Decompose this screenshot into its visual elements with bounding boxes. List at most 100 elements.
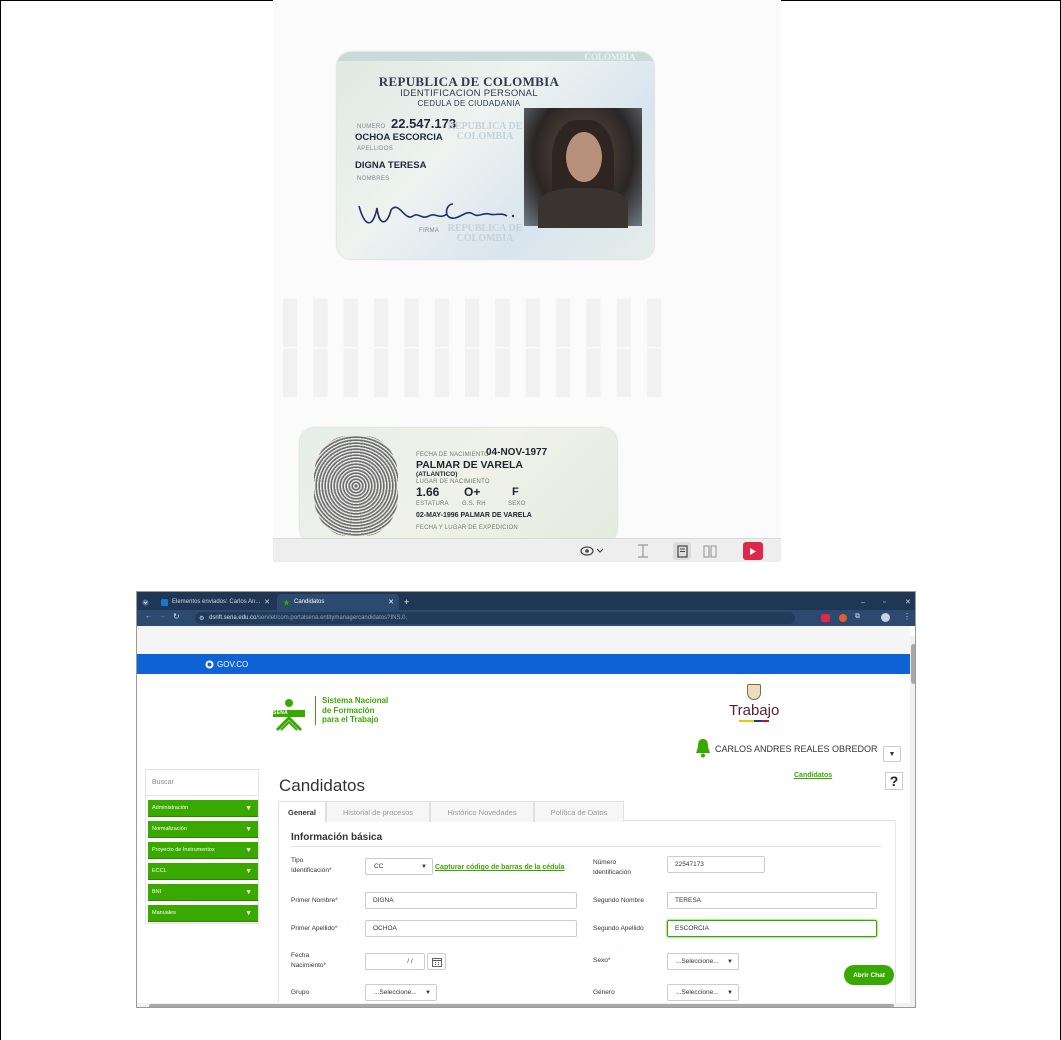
extension-icon[interactable] (821, 614, 830, 622)
segundo-apellido-input[interactable]: ESCORCIA (667, 920, 877, 937)
breadcrumb-link[interactable]: Candidatos (794, 772, 832, 779)
tab-politica[interactable]: Política de Datos (534, 801, 624, 822)
sidebar-item-label: Administración (152, 805, 189, 811)
restore-icon[interactable]: ▫ (877, 594, 891, 610)
flag-stripe (739, 720, 770, 722)
sidebar-search-input[interactable]: Buscar (146, 770, 258, 796)
id-lugar-nac: PALMAR DE VARELA (416, 459, 523, 471)
scan-ghost-text: ▌▌▌▌▌▌▌▌▌▌▌▌▌ (283, 300, 678, 344)
fit-height-icon (638, 544, 648, 558)
tab-novedades[interactable]: Histórico Novedades (430, 801, 534, 822)
chevron-down-icon: ▼ (727, 958, 733, 965)
sena-title-line: para el Trabajo (322, 715, 379, 724)
address-bar[interactable]: ⚙ dsnft.sena.edu.co/servlet/com.portalse… (195, 612, 795, 624)
required-mark: * (607, 957, 611, 964)
browser-tab-active[interactable]: Candidatos ✕ (277, 594, 399, 610)
numero-id-input[interactable]: 22547173 (667, 856, 765, 873)
id-estatura-label: ESTATURA (416, 501, 449, 507)
two-page-button[interactable] (701, 542, 719, 560)
label-line: Identificación (593, 869, 631, 876)
label-line: Número (593, 859, 617, 866)
present-button[interactable] (743, 542, 763, 560)
user-menu-dropdown[interactable]: ▼ (883, 746, 901, 762)
fecha-nac-input[interactable]: / / (365, 953, 425, 970)
new-tab-button[interactable]: + (401, 594, 415, 610)
horizontal-scrollbar[interactable] (137, 1003, 910, 1007)
id-sexo-label: SEXO (508, 501, 526, 507)
sena-title-line: Sistema Nacional (322, 696, 389, 705)
select-value: ...Seleccione... (676, 989, 719, 996)
ministry-logo: Trabajo (729, 684, 779, 722)
url-path: /servlet/com.portalsena.entitymanagercan… (256, 615, 408, 621)
close-icon[interactable]: ✕ (388, 598, 394, 606)
forward-icon[interactable]: → (159, 613, 166, 620)
page-title: Candidatos (279, 776, 366, 795)
tab-historial[interactable]: Historial de procesos (326, 801, 430, 822)
extensions-puzzle-icon[interactable]: ⧉ (855, 613, 860, 621)
primer-apellido-label: Primer Apellido* (291, 924, 337, 934)
close-window-icon[interactable]: ✕ (899, 594, 913, 610)
caret-down-icon: ▼ (245, 846, 252, 854)
browser-tab-strip: Elementos enviados: Carlos An... ✕ Candi… (137, 592, 915, 610)
scrollbar-thumb[interactable] (911, 644, 915, 684)
calendar-button[interactable] (427, 953, 446, 970)
sena-acronym: SENA (273, 710, 289, 716)
minimize-icon[interactable]: – (855, 594, 869, 610)
capture-barcode-link[interactable]: Capturar código de barras de la cédula (435, 864, 565, 871)
ministry-name: Trabajo (729, 702, 780, 719)
browser-tab[interactable]: Elementos enviados: Carlos An... ✕ (155, 594, 275, 610)
sexo-label: Sexo* (593, 956, 610, 966)
select-value: ...Seleccione... (676, 958, 719, 965)
id-nombres: DIGNA TERESA (355, 160, 427, 171)
web-page: GOV.CO SENA Sistema Nacional de Formació… (137, 626, 910, 1003)
primer-nombre-label: Primer Nombre* (291, 896, 338, 906)
bell-icon[interactable] (695, 738, 711, 758)
close-icon[interactable]: ✕ (264, 598, 270, 606)
id-lugar-nac-dept: (ATLANTICO) (416, 471, 458, 478)
sidebar-item-normalizacion[interactable]: Normalización ▼ (148, 821, 258, 838)
extension-icon[interactable] (839, 614, 847, 622)
segundo-nombre-input[interactable]: TERESA (667, 892, 877, 909)
fecha-nac-label: Fecha Nacimiento* (291, 951, 326, 971)
caret-down-icon: ▼ (245, 909, 252, 917)
sidebar-item-administracion[interactable]: Administración ▼ (148, 800, 258, 817)
single-page-button[interactable] (673, 542, 691, 560)
open-chat-button[interactable]: Abrir Chat (844, 965, 894, 985)
primer-nombre-input[interactable]: DIGNA (365, 892, 577, 909)
grupo-label: Grupo (291, 989, 310, 996)
id-header-doc: CEDULA DE CIUDADANIA (417, 99, 521, 108)
sexo-select[interactable]: ...Seleccione... ▼ (667, 953, 739, 970)
more-menu-icon[interactable]: ⋮ (903, 612, 911, 621)
scrollbar-thumb[interactable] (149, 1004, 894, 1007)
vertical-scrollbar[interactable] (910, 636, 915, 1007)
fit-height-button[interactable] (635, 542, 651, 560)
gov-label[interactable]: GOV.CO (217, 660, 248, 669)
tab-search-button[interactable] (139, 594, 151, 610)
numero-id-label: Número Identificación (593, 858, 631, 878)
sidebar-item-proyecto[interactable]: Proyecto de Instrumentos ▼ (148, 842, 258, 859)
outlook-icon (161, 598, 168, 606)
calendar-icon (431, 957, 442, 967)
primer-apellido-input[interactable]: OCHOA (365, 920, 577, 937)
profile-avatar-icon[interactable] (881, 613, 890, 622)
document-viewer: ▌▌▌▌▌▌▌▌▌▌▌▌▌ ▌▌▌▌▌▌▌▌▌▌▌▌▌ COLOMBIA REP… (273, 0, 781, 562)
site-info-icon[interactable]: ⚙ (199, 615, 204, 622)
viewer-toolbar (273, 538, 781, 562)
single-page-icon (676, 544, 688, 558)
caret-down-icon: ▼ (245, 825, 252, 833)
reload-icon[interactable]: ↻ (173, 612, 180, 621)
genero-select[interactable]: ...Seleccione... ▼ (667, 984, 739, 1001)
chevron-down-icon (596, 548, 604, 553)
tipo-id-select[interactable]: CC ▼ (365, 858, 433, 875)
grupo-select[interactable]: ...Seleccione... ▼ (365, 984, 437, 1001)
sidebar-item-manuales[interactable]: Manuales ▼ (148, 905, 258, 922)
sidebar-item-eccl[interactable]: ECCL ▼ (148, 863, 258, 880)
tab-general[interactable]: General (278, 801, 326, 823)
back-icon[interactable]: ← (145, 613, 152, 620)
help-button[interactable]: ? (885, 772, 903, 790)
sidebar-item-bni[interactable]: BNI ▼ (148, 884, 258, 901)
section-title: Información básica (291, 832, 383, 843)
id-watermark: REPUBLICA DE COLOMBIA (447, 121, 523, 142)
id-numero-label: NUMERO (357, 124, 386, 130)
view-mode-button[interactable] (579, 542, 605, 560)
